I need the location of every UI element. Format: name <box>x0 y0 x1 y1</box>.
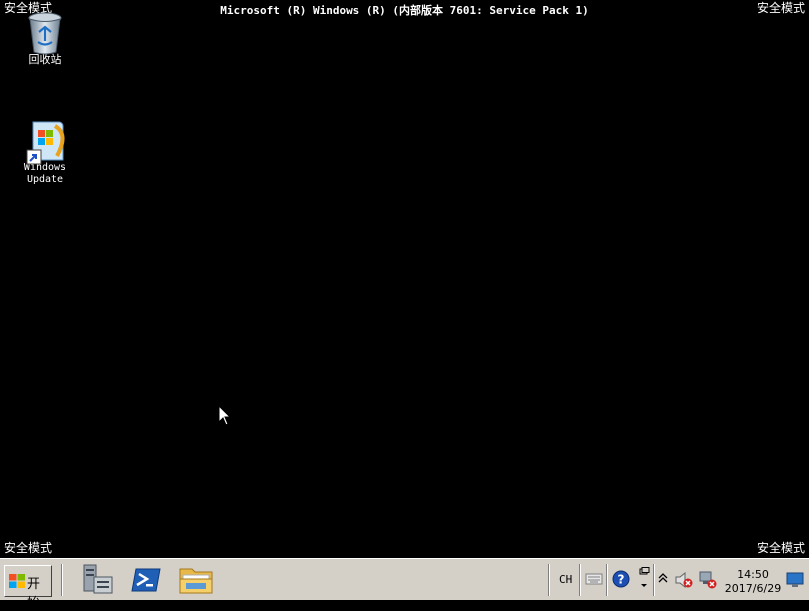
network-disconnected-icon[interactable] <box>699 571 717 589</box>
taskbar-separator <box>548 564 550 596</box>
safe-mode-label-bottom-right: 安全模式 <box>756 541 805 555</box>
recycle-bin-icon <box>25 10 65 55</box>
server-manager-icon <box>83 564 113 594</box>
start-label: 开始 <box>27 577 41 611</box>
taskbar-separator <box>579 564 581 596</box>
taskbar-separator <box>653 564 655 596</box>
language-indicator[interactable]: CH <box>559 573 572 586</box>
taskbar: 开始 CH ? 14:50 2017/6/29 <box>0 558 809 611</box>
clock-date: 2017/6/29 <box>724 582 782 595</box>
volume-muted-icon[interactable] <box>675 572 693 588</box>
safe-mode-label-bottom-left: 安全模式 <box>4 541 53 555</box>
desktop[interactable]: 安全模式 安全模式 Microsoft (R) Windows (R) (内部版… <box>0 0 809 558</box>
show-desktop-icon[interactable] <box>786 572 804 588</box>
start-button[interactable]: 开始 <box>4 565 52 611</box>
desktop-icon-label-line-2: Update <box>26 174 64 185</box>
mouse-cursor-icon <box>218 405 232 426</box>
windows-update-icon <box>25 118 65 165</box>
svg-text:?: ? <box>618 573 625 587</box>
taskbar-explorer-button[interactable] <box>176 563 216 597</box>
keyboard-icon[interactable] <box>585 572 603 586</box>
windows-logo-icon <box>9 574 25 588</box>
desktop-icon-windows-update[interactable]: Windows Update <box>13 118 77 186</box>
powershell-icon <box>131 568 161 592</box>
desktop-icon-recycle-bin[interactable]: 回收站 <box>13 10 77 66</box>
language-bar-options-icon[interactable] <box>638 567 650 591</box>
tray-clock[interactable]: 14:50 2017/6/29 <box>718 568 788 596</box>
explorer-folder-icon <box>179 568 213 594</box>
taskbar-separator <box>606 564 608 596</box>
taskbar-server-manager-button[interactable] <box>78 563 118 597</box>
help-icon[interactable]: ? <box>612 570 630 588</box>
build-info: Microsoft (R) Windows (R) (内部版本 7601: Se… <box>220 4 589 17</box>
clock-time: 14:50 <box>737 568 769 581</box>
taskbar-separator <box>61 564 63 596</box>
taskbar-powershell-button[interactable] <box>126 563 166 597</box>
chevron-up-icon[interactable] <box>658 573 668 583</box>
